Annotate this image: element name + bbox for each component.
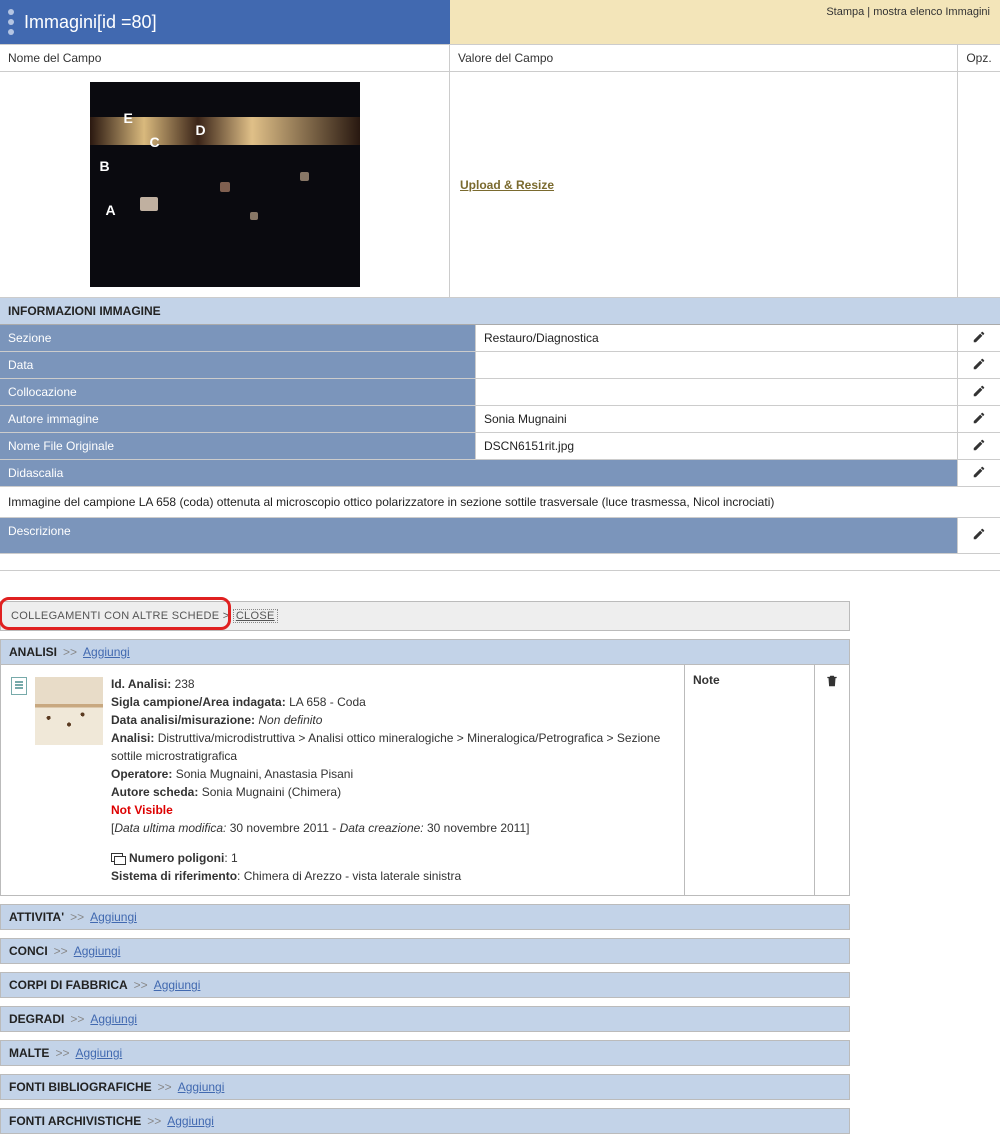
note-column: Note bbox=[685, 665, 815, 895]
corpi-section: CORPI DI FABBRICA>>Aggiungi bbox=[0, 972, 850, 998]
image-opz-cell bbox=[958, 72, 1000, 297]
field-value: Sonia Mugnaini bbox=[476, 406, 958, 432]
field-label: Data bbox=[0, 352, 476, 378]
analisi-title: ANALISI bbox=[9, 645, 57, 659]
document-icon[interactable] bbox=[11, 677, 27, 695]
trash-icon[interactable] bbox=[825, 673, 839, 692]
field-label: Didascalia bbox=[0, 460, 958, 486]
close-link[interactable]: CLOSE bbox=[233, 609, 278, 623]
field-didascalia-text-row: Immagine del campione LA 658 (coda) otte… bbox=[0, 487, 1000, 518]
page-header: Immagini[id =80] Stampa | mostra elenco … bbox=[0, 0, 1000, 44]
column-headers: Nome del Campo Valore del Campo Opz. bbox=[0, 44, 1000, 72]
analisi-section-header: ANALISI>>Aggiungi bbox=[0, 639, 850, 665]
image-row: E D C B A Upload & Resize bbox=[0, 72, 1000, 298]
aggiungi-link[interactable]: Aggiungi bbox=[178, 1080, 225, 1094]
sample-image[interactable]: E D C B A bbox=[90, 82, 360, 287]
field-didascalia-label-row: Didascalia bbox=[0, 460, 1000, 487]
aggiungi-link[interactable]: Aggiungi bbox=[75, 1046, 122, 1060]
aggiungi-link[interactable]: Aggiungi bbox=[83, 645, 130, 659]
field-descrizione-label-row: Descrizione bbox=[0, 518, 1000, 554]
field-label: Collocazione bbox=[0, 379, 476, 405]
aggiungi-link[interactable]: Aggiungi bbox=[90, 1012, 137, 1026]
aggiungi-link[interactable]: Aggiungi bbox=[167, 1114, 214, 1128]
collegamenti-title: COLLEGAMENTI CON ALTRE SCHEDE bbox=[11, 610, 219, 622]
info-immagine-header: INFORMAZIONI IMMAGINE bbox=[0, 298, 1000, 325]
upload-cell: Upload & Resize bbox=[450, 72, 958, 297]
degradi-section: DEGRADI>>Aggiungi bbox=[0, 1006, 850, 1032]
field-sezione: Sezione Restauro/Diagnostica bbox=[0, 325, 1000, 352]
sep: | bbox=[864, 6, 873, 18]
polygon-icon bbox=[111, 853, 125, 865]
field-autore: Autore immagine Sonia Mugnaini bbox=[0, 406, 1000, 433]
field-nomefile: Nome File Originale DSCN6151rit.jpg bbox=[0, 433, 1000, 460]
edit-icon[interactable] bbox=[972, 527, 986, 544]
descrizione-text bbox=[0, 554, 958, 570]
edit-icon[interactable] bbox=[972, 465, 986, 482]
edit-icon[interactable] bbox=[972, 330, 986, 347]
field-descrizione-text-row bbox=[0, 554, 1000, 571]
stampa-link[interactable]: Stampa bbox=[826, 6, 864, 18]
field-label: Nome File Originale bbox=[0, 433, 476, 459]
edit-icon[interactable] bbox=[972, 411, 986, 428]
label-B: B bbox=[100, 158, 110, 174]
field-value: Restauro/Diagnostica bbox=[476, 325, 958, 351]
conci-section: CONCI>>Aggiungi bbox=[0, 938, 850, 964]
field-data: Data bbox=[0, 352, 1000, 379]
collegamenti-header: COLLEGAMENTI CON ALTRE SCHEDE > CLOSE bbox=[0, 601, 850, 631]
col-nome: Nome del Campo bbox=[0, 45, 450, 71]
mostra-elenco-link[interactable]: mostra elenco Immagini bbox=[873, 6, 990, 18]
upload-resize-link[interactable]: Upload & Resize bbox=[460, 178, 554, 192]
col-opz: Opz. bbox=[958, 45, 1000, 71]
col-valore: Valore del Campo bbox=[450, 45, 958, 71]
page-title: Immagini[id =80] bbox=[24, 12, 157, 33]
aggiungi-link[interactable]: Aggiungi bbox=[90, 910, 137, 924]
label-A: A bbox=[106, 202, 116, 218]
analisi-details: Id. Analisi: 238 Sigla campione/Area ind… bbox=[111, 675, 674, 885]
fonti-archivistiche-section: FONTI ARCHIVISTICHE>>Aggiungi bbox=[0, 1108, 850, 1134]
field-value bbox=[476, 352, 958, 378]
analisi-thumbnail[interactable] bbox=[35, 677, 103, 745]
field-label: Autore immagine bbox=[0, 406, 476, 432]
edit-icon[interactable] bbox=[972, 384, 986, 401]
didascalia-text: Immagine del campione LA 658 (coda) otte… bbox=[0, 487, 958, 517]
fonti-bibliografiche-section: FONTI BIBLIOGRAFICHE>>Aggiungi bbox=[0, 1074, 850, 1100]
not-visible-badge: Not Visible bbox=[111, 801, 674, 819]
field-collocazione: Collocazione bbox=[0, 379, 1000, 406]
edit-icon[interactable] bbox=[972, 357, 986, 374]
label-C: C bbox=[150, 134, 160, 150]
field-label: Descrizione bbox=[0, 518, 958, 553]
decoration-dots bbox=[8, 9, 14, 35]
attivita-section: ATTIVITA'>>Aggiungi bbox=[0, 904, 850, 930]
analisi-card: Id. Analisi: 238 Sigla campione/Area ind… bbox=[0, 665, 850, 896]
label-E: E bbox=[124, 110, 133, 126]
field-value bbox=[476, 379, 958, 405]
malte-section: MALTE>>Aggiungi bbox=[0, 1040, 850, 1066]
aggiungi-link[interactable]: Aggiungi bbox=[74, 944, 121, 958]
header-right: Stampa | mostra elenco Immagini bbox=[450, 0, 1000, 44]
aggiungi-link[interactable]: Aggiungi bbox=[154, 978, 201, 992]
image-preview-cell: E D C B A bbox=[0, 72, 450, 297]
edit-icon[interactable] bbox=[972, 438, 986, 455]
label-D: D bbox=[196, 122, 206, 138]
field-value: DSCN6151rit.jpg bbox=[476, 433, 958, 459]
field-label: Sezione bbox=[0, 325, 476, 351]
header-left: Immagini[id =80] bbox=[0, 0, 450, 44]
